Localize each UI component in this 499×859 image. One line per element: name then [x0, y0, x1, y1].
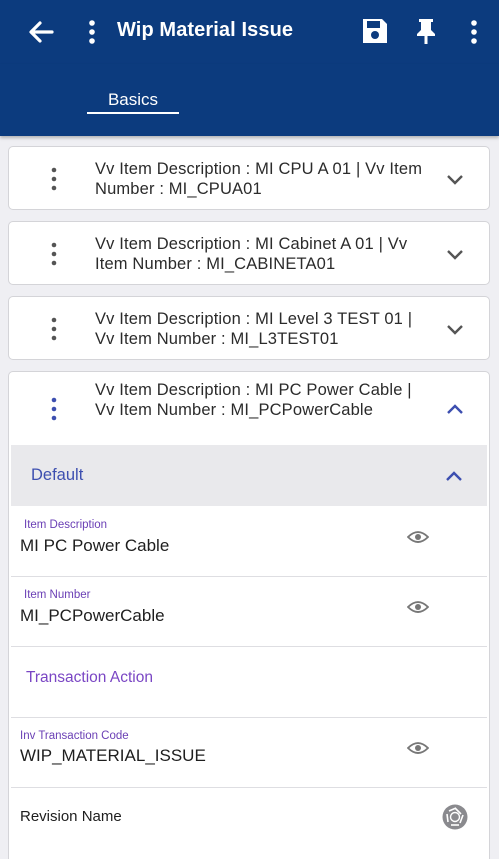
item-description-field: Item Description MI PC Power Cable [11, 506, 487, 577]
record-card[interactable]: Vv Item Description : MI Cabinet A 01 | … [8, 221, 490, 285]
field-value: WIP_MATERIAL_ISSUE [20, 746, 206, 765]
lens-picker-icon[interactable] [441, 803, 469, 831]
inv-transaction-code-field: Inv Transaction Code WIP_MATERIAL_ISSUE [11, 718, 487, 788]
field-value: MI PC Power Cable [20, 536, 170, 555]
field-label: Item Description [24, 519, 108, 531]
field-value: MI_PCPowerCable [20, 606, 165, 625]
field-label: Inv Transaction Code [20, 730, 129, 742]
field-label: Item Number [24, 589, 91, 601]
chevron-down-icon[interactable] [444, 323, 466, 337]
subheading: Transaction Action [26, 669, 153, 686]
tab-indicator [87, 112, 179, 114]
more-vert-icon[interactable] [84, 18, 100, 46]
more-vert-icon[interactable] [49, 242, 59, 266]
eye-icon[interactable] [407, 599, 429, 615]
chevron-down-icon[interactable] [444, 248, 466, 262]
chevron-up-icon[interactable] [443, 469, 465, 483]
back-arrow-icon[interactable] [26, 18, 56, 46]
item-number-field: Item Number MI_PCPowerCable [11, 577, 487, 647]
more-vert-icon[interactable] [49, 317, 59, 341]
revision-name-field[interactable]: Revision Name [11, 788, 487, 859]
section-header-default[interactable]: Default [11, 445, 487, 506]
save-icon[interactable] [360, 16, 390, 46]
record-summary: Vv Item Description : MI PC Power Cable … [95, 381, 412, 419]
eye-icon[interactable] [407, 529, 429, 545]
more-vert-icon[interactable] [49, 167, 59, 191]
section-title: Default [31, 466, 84, 484]
more-vert-icon[interactable] [466, 18, 482, 46]
record-summary: Vv Item Description : MI Level 3 TEST 01… [95, 310, 413, 348]
transaction-action-subheader: Transaction Action [11, 647, 487, 718]
tab-bar: Basics [0, 64, 499, 136]
eye-icon[interactable] [407, 740, 429, 756]
chevron-down-icon[interactable] [444, 173, 466, 187]
tab-basics[interactable]: Basics [87, 90, 179, 110]
chevron-up-icon[interactable] [444, 402, 466, 416]
page-title: Wip Material Issue [117, 19, 294, 41]
record-summary: Vv Item Description : MI Cabinet A 01 | … [95, 235, 408, 273]
record-summary: Vv Item Description : MI CPU A 01 | Vv I… [95, 160, 423, 198]
more-vert-icon[interactable] [49, 397, 59, 421]
record-card[interactable]: Vv Item Description : MI CPU A 01 | Vv I… [8, 146, 490, 210]
field-label: Revision Name [20, 808, 122, 825]
record-card[interactable]: Vv Item Description : MI Level 3 TEST 01… [8, 296, 490, 360]
app-bar: Wip Material Issue [0, 0, 499, 64]
pin-icon[interactable] [411, 16, 441, 46]
